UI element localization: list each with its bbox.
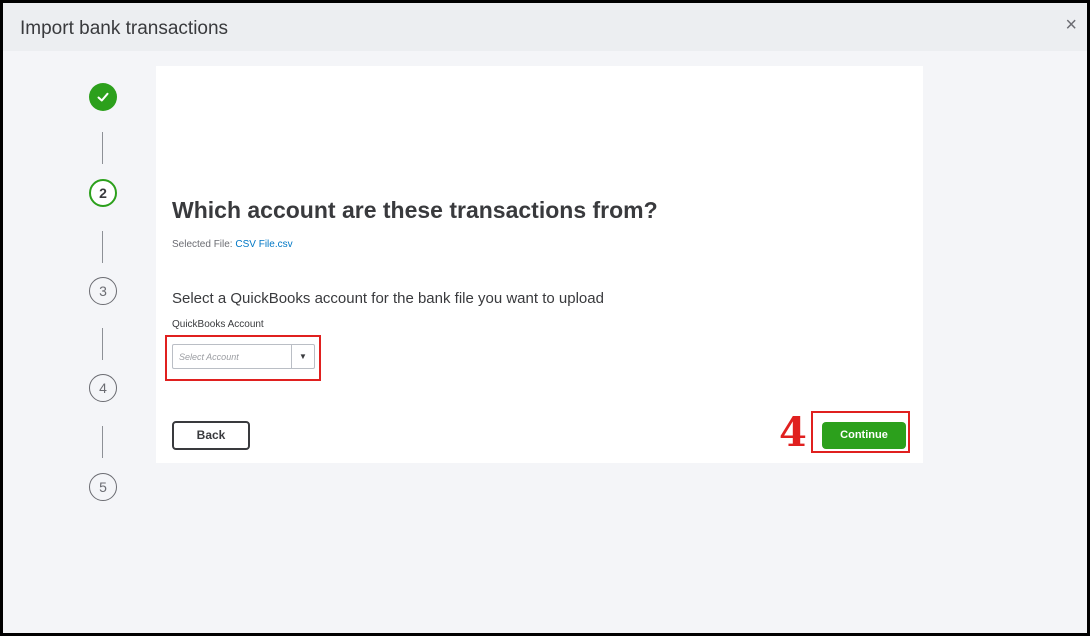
account-selection-card: Which account are these transactions fro…	[156, 66, 923, 463]
page-title: Which account are these transactions fro…	[172, 197, 658, 223]
step-connector	[102, 426, 103, 458]
back-button[interactable]: Back	[172, 421, 250, 450]
selected-file-label: Selected File:	[172, 239, 233, 250]
annotation-step-number: 4	[779, 409, 807, 456]
step-3: 3	[89, 277, 117, 305]
step-1-complete	[89, 83, 117, 111]
import-dialog: Import bank transactions × 2 3 4 5 Which…	[0, 0, 1090, 636]
step-5: 5	[89, 473, 117, 501]
step-4: 4	[89, 374, 117, 402]
continue-button-highlight	[811, 411, 910, 453]
account-select-highlight	[165, 335, 321, 381]
step-connector	[102, 328, 103, 360]
check-icon	[97, 92, 109, 102]
step-2-current: 2	[89, 179, 117, 207]
dialog-header: Import bank transactions ×	[3, 3, 1087, 51]
account-field-label: QuickBooks Account	[172, 319, 264, 330]
instruction-text: Select a QuickBooks account for the bank…	[172, 290, 604, 307]
step-connector	[102, 231, 103, 263]
step-connector	[102, 132, 103, 164]
dialog-title: Import bank transactions	[20, 18, 229, 39]
selected-file-link[interactable]: CSV File.csv	[235, 239, 292, 250]
close-icon[interactable]: ×	[1065, 15, 1077, 35]
selected-file-info: Selected File: CSV File.csv	[172, 239, 293, 250]
